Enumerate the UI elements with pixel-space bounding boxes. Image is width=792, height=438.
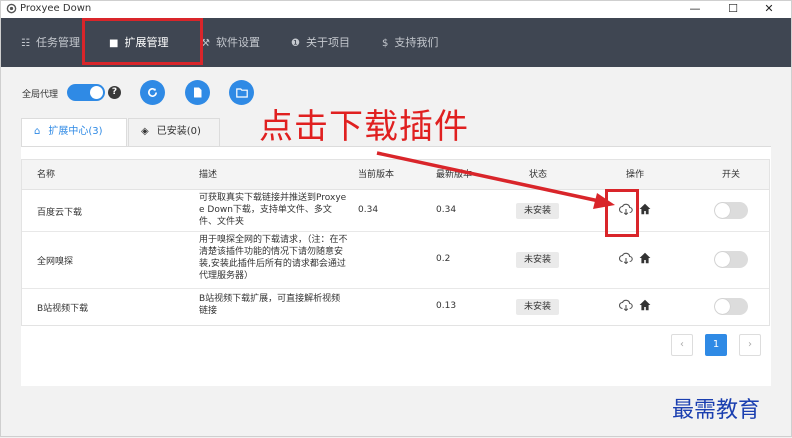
nav-settings[interactable]: ⚒ 软件设置 [201,18,260,67]
help-icon[interactable]: ? [108,86,121,99]
maximize-button[interactable]: ☐ [719,1,747,18]
status-badge: 未安装 [516,203,559,219]
extension-toggle[interactable] [714,251,748,268]
col-status: 状态 [529,170,548,180]
row-desc: 用于嗅探全网的下载请求，（注：在不清楚该插件功能的情况下请勿随意安装,安装此插件… [199,235,348,281]
nav-about[interactable]: ❶ 关于项目 [291,18,350,67]
col-action: 操作 [626,170,645,180]
action-highlight-box [605,189,639,237]
list-icon: ☷ [21,38,30,49]
row-name: 全网嗅探 [37,257,74,267]
global-proxy-switch[interactable] [67,84,105,101]
file-button[interactable] [185,80,210,105]
row-desc: B站视频下载扩展，可直接解析视频链接 [199,294,341,316]
row-latest-version: 0.34 [436,205,457,215]
home-icon[interactable] [639,252,651,264]
col-latest-version: 最新版本 [436,170,473,180]
status-badge: 未安装 [516,252,559,268]
app-gear-icon [6,3,17,14]
minimize-button[interactable]: — [681,1,709,18]
info-icon: ❶ [291,38,300,49]
col-switch: 开关 [722,170,741,180]
refresh-button[interactable] [140,80,165,105]
global-proxy-label: 全局代理 [22,90,59,100]
nav-label: 关于项目 [305,36,350,49]
row-name: 百度云下载 [37,208,83,218]
home-icon[interactable] [639,203,651,215]
pager-prev-button[interactable]: ‹ [671,334,693,356]
tab-installed[interactable]: ◈ 已安装(0) [128,118,220,146]
extension-toggle[interactable] [714,202,748,219]
pager-page-button[interactable]: 1 [705,334,727,356]
col-desc: 描述 [199,170,218,180]
row-latest-version: 0.2 [436,254,451,264]
col-name: 名称 [37,170,56,180]
toggle-knob [715,203,730,218]
row-name: B站视频下载 [37,304,89,314]
watermark-text: 最需教育 [672,398,761,423]
table-header: 名称 描述 当前版本 最新版本 状态 操作 开关 [22,160,769,190]
download-cloud-icon[interactable] [619,299,633,311]
dollar-icon: $ [382,38,389,49]
row-current-version: 0.34 [358,205,379,215]
extension-table: 名称 描述 当前版本 最新版本 状态 操作 开关 百度云下载 可获取真实下载链接… [21,159,770,326]
nav-highlight-box [82,18,203,65]
status-badge: 未安装 [516,299,559,315]
tab-extension-center[interactable]: ⌂ 扩展中心(3) [21,118,127,146]
close-button[interactable]: ✕ [755,1,783,18]
window-title: Proxyee Down [20,3,92,14]
tab-label: 扩展中心(3) [48,126,103,137]
table-row: 全网嗅探 用于嗅探全网的下载请求，（注：在不清楚该插件功能的情况下请勿随意安装,… [22,232,769,289]
row-desc: 可获取真实下载链接并推送到Proxyee Down下载，支持单文件、多文件、文件… [199,193,347,227]
switch-knob [90,86,103,99]
title-bar: Proxyee Down — ☐ ✕ [1,1,791,18]
table-row: B站视频下载 B站视频下载扩展，可直接解析视频链接 0.13 未安装 [22,289,769,325]
nav-label: 软件设置 [215,36,260,49]
nav-label: 支持我们 [394,36,439,49]
store-icon: ⌂ [34,126,41,137]
download-cloud-icon[interactable] [619,252,633,264]
extension-toggle[interactable] [714,298,748,315]
annotation-text: 点击下载插件 [259,107,469,147]
row-latest-version: 0.13 [436,301,457,311]
folder-button[interactable] [229,80,254,105]
home-icon[interactable] [639,299,651,311]
toggle-knob [715,252,730,267]
tab-label: 已安装(0) [156,126,201,137]
refresh-icon [148,87,157,97]
extension-panel: 名称 描述 当前版本 最新版本 状态 操作 开关 百度云下载 可获取真实下载链接… [21,146,771,386]
folder-icon [235,88,248,98]
layers-icon: ◈ [141,126,149,137]
nav-label: 任务管理 [35,36,80,49]
toggle-knob [715,299,730,314]
nav-support[interactable]: $ 支持我们 [382,18,438,67]
app-window: Proxyee Down — ☐ ✕ ☷ 任务管理 ■ 扩展管理 ⚒ 软件设置 ❶ 关于… [0,0,792,437]
table-row: 百度云下载 可获取真实下载链接并推送到Proxyee Down下载，支持单文件、… [22,190,769,232]
pager-next-button[interactable]: › [739,334,761,356]
col-current-version: 当前版本 [358,170,395,180]
file-icon [194,87,202,98]
nav-task-manage[interactable]: ☷ 任务管理 [21,18,80,67]
